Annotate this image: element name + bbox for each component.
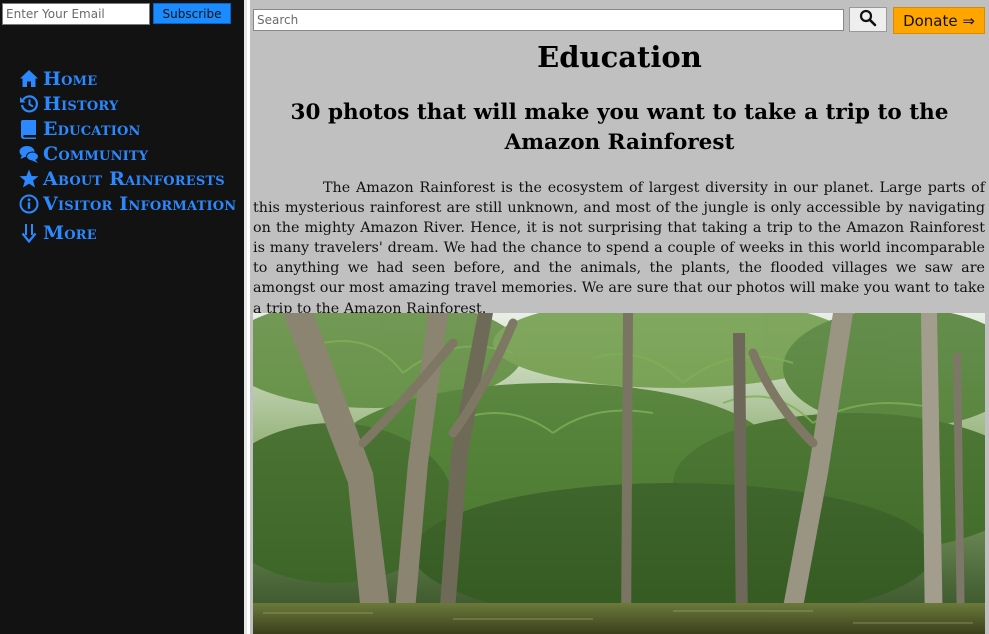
sidebar-item-label: Community	[43, 142, 149, 165]
page-title: Education	[537, 40, 702, 74]
history-icon	[18, 93, 40, 115]
sidebar-item-visitor-information[interactable]: Visitor Information	[18, 191, 236, 216]
email-field[interactable]	[2, 3, 150, 25]
sidebar: Subscribe Home History Education Communi…	[0, 0, 247, 634]
sidebar-item-label: Home	[43, 67, 98, 90]
sidebar-nav: Home History Education Community About R…	[18, 66, 236, 245]
sidebar-item-community[interactable]: Community	[18, 141, 236, 166]
arrow-down-icon	[18, 222, 40, 244]
article-title: 30 photos that will make you want to tak…	[290, 100, 949, 155]
sidebar-item-label: History	[43, 92, 119, 115]
sidebar-item-education[interactable]: Education	[18, 116, 236, 141]
article-body: The Amazon Rainforest is the ecosystem o…	[253, 180, 985, 317]
subscribe-button[interactable]: Subscribe	[153, 3, 231, 24]
sidebar-item-label: About Rainforests	[43, 167, 225, 190]
sidebar-item-label: Education	[43, 117, 141, 140]
main-content: Donate ⇒ Education 30 photos that will m…	[250, 0, 989, 634]
home-icon	[18, 68, 40, 90]
sidebar-item-label: Visitor Information	[43, 192, 237, 215]
star-icon	[18, 168, 40, 190]
donate-button[interactable]: Donate ⇒	[893, 7, 985, 34]
search-icon	[859, 9, 877, 30]
sidebar-item-history[interactable]: History	[18, 91, 236, 116]
sidebar-item-about-rainforests[interactable]: About Rainforests	[18, 166, 236, 191]
sidebar-item-home[interactable]: Home	[18, 66, 236, 91]
info-icon	[18, 193, 40, 215]
search-button[interactable]	[849, 7, 887, 32]
sidebar-item-label: More	[43, 221, 97, 244]
rainforest-photo	[253, 313, 985, 634]
book-icon	[18, 118, 40, 140]
comments-icon	[18, 143, 40, 165]
sidebar-item-more[interactable]: More	[18, 220, 236, 245]
search-input[interactable]	[253, 9, 844, 31]
